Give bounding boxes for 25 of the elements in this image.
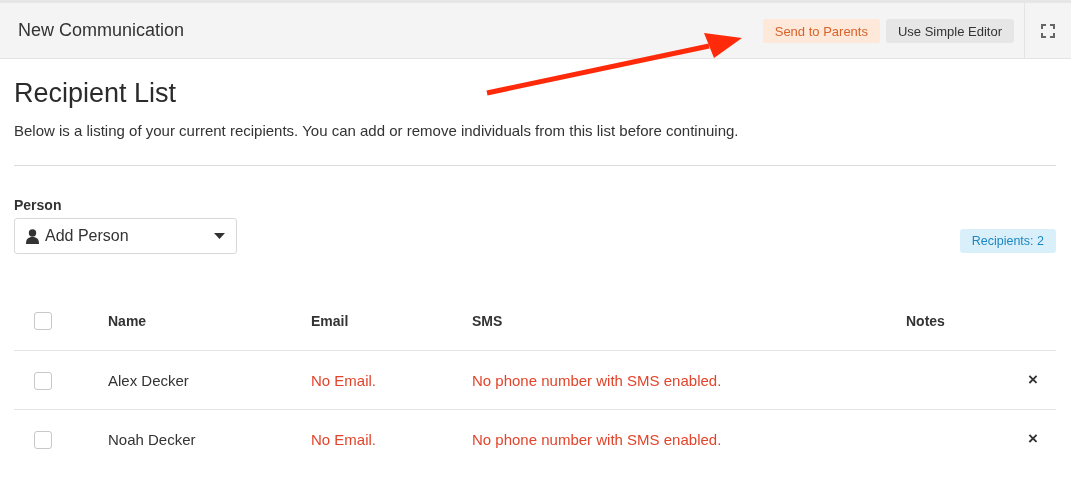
column-header: Notes	[906, 312, 945, 329]
recipient-name: Alex Decker	[108, 371, 189, 389]
checkbox[interactable]	[34, 430, 52, 449]
person-icon	[26, 228, 39, 244]
fullscreen-icon[interactable]	[1041, 23, 1055, 38]
field-label: Person	[14, 197, 62, 213]
sms-status: No phone number with SMS enabled.	[472, 430, 722, 448]
recipient-name: Noah Decker	[108, 430, 196, 448]
column-header: Name	[108, 312, 147, 329]
recipient-count: Recipients: 2	[959, 229, 1056, 253]
section-heading: Recipient List	[14, 78, 178, 109]
column-header: SMS	[472, 312, 503, 329]
page-title: New Communication	[18, 20, 186, 41]
email-status: No Email.	[311, 371, 377, 389]
caret-icon	[214, 233, 225, 239]
checkbox[interactable]	[34, 371, 52, 390]
simple-editor-button[interactable]: Use Simple Editor	[885, 18, 1014, 43]
remove-button[interactable]: ×	[1028, 370, 1038, 389]
column-header: Email	[311, 312, 349, 329]
person-select[interactable]: Add Person	[14, 218, 237, 254]
checkbox[interactable]	[34, 311, 52, 330]
email-status: No Email.	[311, 430, 377, 448]
sms-status: No phone number with SMS enabled.	[472, 371, 722, 389]
remove-button[interactable]: ×	[1028, 429, 1038, 448]
description-text: Below is a listing of your current recipients. You can add or remove individuals from this list before continuing.	[14, 122, 740, 139]
